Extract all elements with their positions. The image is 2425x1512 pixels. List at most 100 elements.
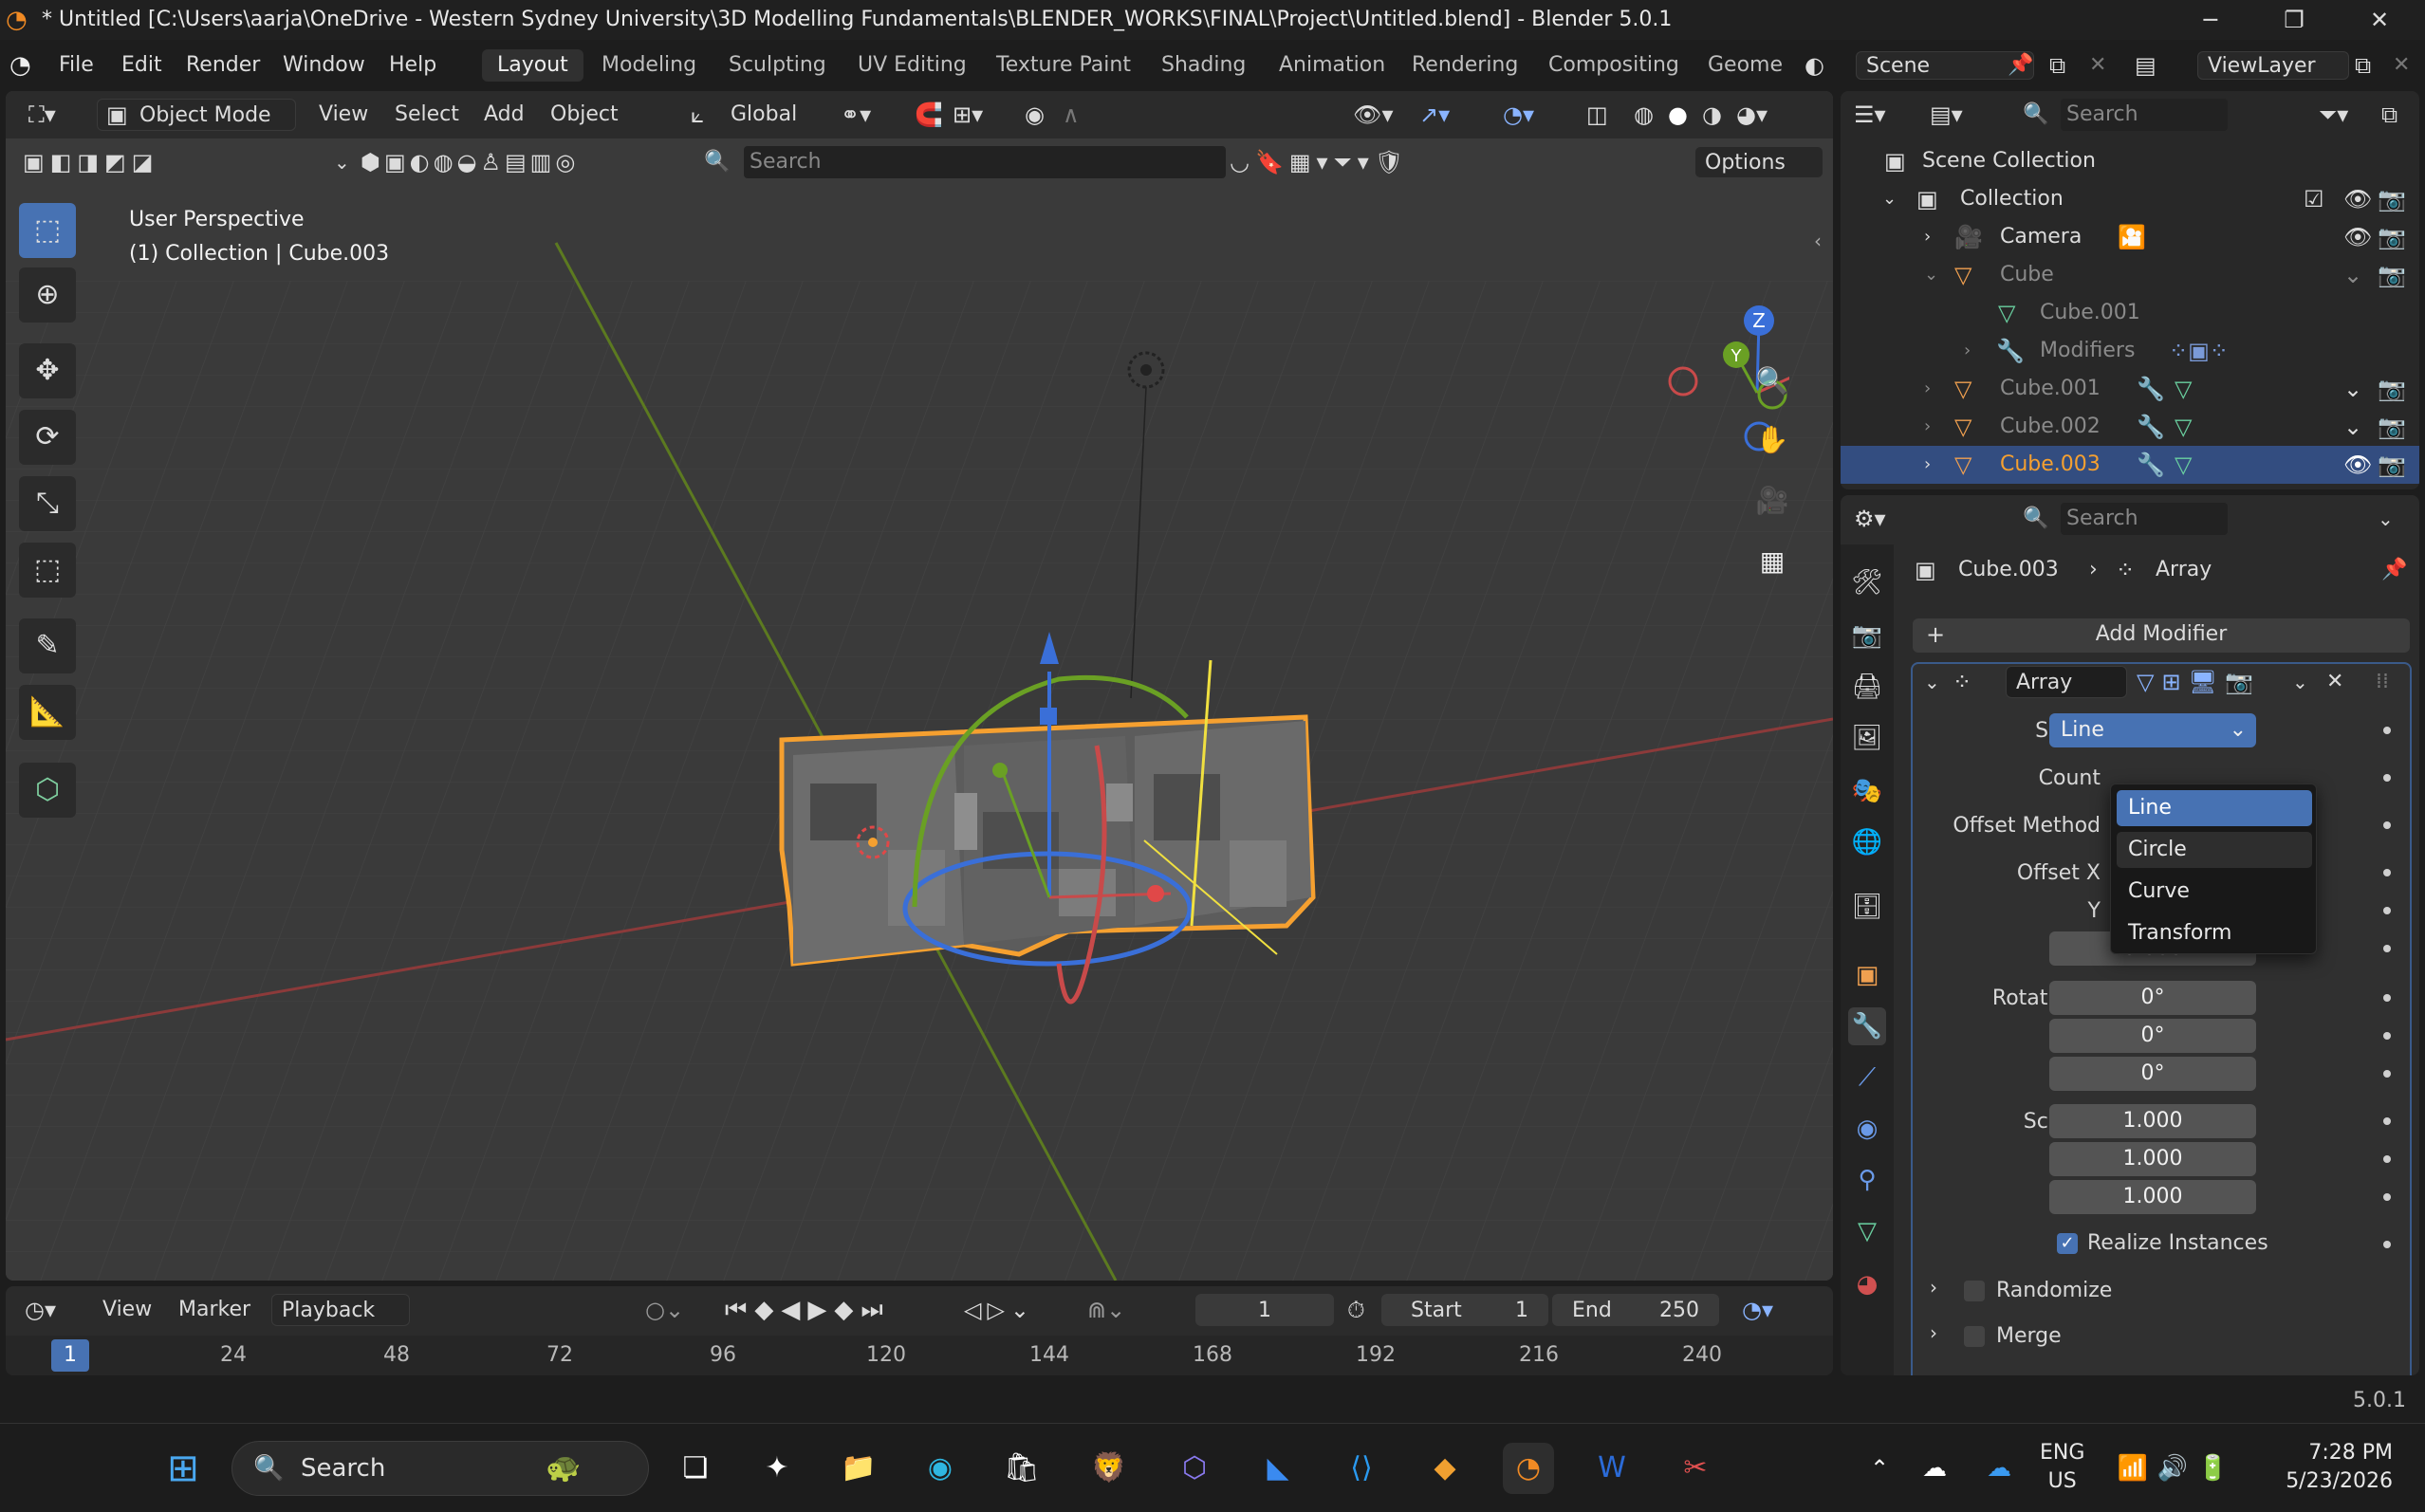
vscode-icon[interactable]: ⟨⟩: [1336, 1443, 1387, 1494]
outliner-row-cube[interactable]: ⌄ ▽ Cube ⌄ 📷: [1841, 256, 2419, 294]
tray-app-icon[interactable]: ☁: [1909, 1443, 1960, 1494]
modifier-tab-icon[interactable]: 🔧: [1848, 1007, 1886, 1045]
copilot-icon[interactable]: ✦: [751, 1443, 803, 1494]
shading-solid-icon[interactable]: ●: [1668, 99, 1688, 131]
keyframe-dot[interactable]: [2383, 869, 2391, 876]
visibility-icon[interactable]: 👁▾: [1353, 99, 1394, 131]
camera-view-icon[interactable]: 🎥: [1748, 476, 1797, 526]
properties-editor-icon[interactable]: ⚙▾: [1854, 503, 1886, 535]
tray-overflow-icon[interactable]: ⌃: [1854, 1443, 1905, 1494]
render-camera-icon[interactable]: 📷: [2378, 180, 2406, 218]
maximize-button[interactable]: ❐: [2256, 0, 2332, 40]
delete-view-layer-icon[interactable]: ✕: [2393, 51, 2410, 80]
file-explorer-icon[interactable]: 📁: [833, 1443, 884, 1494]
keyframe-dot[interactable]: [2383, 1032, 2391, 1040]
close-button[interactable]: ✕: [2342, 0, 2417, 40]
drag-handle-icon[interactable]: ⁞⁞: [2376, 666, 2389, 698]
realize-instances-checkbox[interactable]: ✓: [2057, 1233, 2078, 1254]
perspective-toggle-icon[interactable]: ▦: [1748, 537, 1797, 586]
view-layer-icon[interactable]: ▤: [2135, 51, 2157, 80]
keyframe-dot[interactable]: [2383, 727, 2391, 734]
collection-tab-icon[interactable]: 🗄: [1848, 888, 1886, 926]
keyframe-dot[interactable]: [2383, 1241, 2391, 1248]
add-modifier-button[interactable]: + Add Modifier: [1913, 618, 2410, 653]
snipping-tool-icon[interactable]: ✂: [1670, 1443, 1721, 1494]
tab-layout[interactable]: Layout: [482, 49, 583, 82]
shape-option-transform[interactable]: Transform: [2117, 915, 2312, 951]
new-scene-icon[interactable]: ⧉: [2049, 51, 2065, 80]
gizmo-toggle-icon[interactable]: ↗▾: [1419, 99, 1450, 131]
collapse-chevron-icon[interactable]: ›: [1924, 446, 1931, 484]
microsoft-store-icon[interactable]: 🛍: [996, 1443, 1047, 1494]
hidden-eye-icon[interactable]: ⌄: [2343, 408, 2362, 446]
particles-tab-icon[interactable]: ⟋: [1848, 1059, 1886, 1097]
sharkfin-app-icon[interactable]: ◣: [1252, 1443, 1304, 1494]
visibility-eye-icon[interactable]: 👁: [2343, 218, 2372, 256]
edge-browser-icon[interactable]: ◉: [915, 1443, 966, 1494]
clock[interactable]: 7:28 PM 5/23/2026: [2273, 1439, 2393, 1496]
menu-help[interactable]: Help: [389, 51, 436, 80]
keyframe-jump-icons[interactable]: ◁▷⌄: [964, 1294, 1035, 1326]
exclude-checkbox-icon[interactable]: ☑: [2304, 180, 2324, 218]
brave-browser-icon[interactable]: 🦁: [1083, 1443, 1135, 1494]
word-icon[interactable]: W: [1586, 1443, 1638, 1494]
move-tool-icon[interactable]: ✥: [19, 343, 76, 398]
keyframe-dot[interactable]: [2383, 1117, 2391, 1125]
shape-dropdown[interactable]: Line ⌄: [2049, 713, 2256, 747]
merge-checkbox[interactable]: [1964, 1326, 1985, 1347]
hidden-eye-icon[interactable]: ⌄: [2343, 370, 2362, 408]
data-tab-icon[interactable]: ▽: [1848, 1212, 1886, 1250]
remove-modifier-icon[interactable]: ✕: [2326, 666, 2343, 698]
pan-hand-icon[interactable]: ✋: [1748, 415, 1797, 465]
tab-geometry-nodes[interactable]: Geome: [1693, 49, 1784, 82]
measure-tool-icon[interactable]: 📐: [19, 685, 76, 740]
timeline-ruler[interactable]: 1 24 48 72 96 120 144 168 192 216 240: [6, 1336, 1833, 1375]
rotation-y-field[interactable]: 0°: [2049, 1019, 2256, 1053]
tab-shading[interactable]: Shading: [1146, 49, 1261, 82]
render-camera-icon[interactable]: 📷: [2378, 446, 2406, 484]
view-layer-tab-icon[interactable]: 🖼: [1848, 719, 1886, 757]
output-tab-icon[interactable]: 🖨: [1848, 668, 1886, 706]
modifier-options-chevron-icon[interactable]: ⌄: [2292, 666, 2308, 698]
zoom-icon[interactable]: 🔍: [1748, 357, 1797, 406]
tab-animation[interactable]: Animation: [1264, 49, 1400, 82]
end-frame-field[interactable]: End 250: [1552, 1294, 1719, 1326]
view-layer-field[interactable]: ViewLayer: [2197, 51, 2349, 80]
visibility-eye-icon[interactable]: 👁: [2343, 446, 2372, 484]
pin-icon[interactable]: 📌: [2381, 554, 2407, 586]
current-frame-field[interactable]: 1: [1195, 1294, 1334, 1326]
tab-texture-paint[interactable]: Texture Paint: [981, 49, 1146, 82]
start-windows-icon[interactable]: ⊞: [157, 1443, 209, 1494]
material-tab-icon[interactable]: ◕: [1848, 1265, 1886, 1303]
properties-search-input[interactable]: Search: [2061, 503, 2228, 535]
visibility-eye-icon[interactable]: 👁: [2343, 180, 2372, 218]
shape-option-circle[interactable]: Circle: [2117, 832, 2312, 868]
expand-chevron-icon[interactable]: ⌄: [1882, 180, 1897, 218]
outliner-row-mesh-data[interactable]: ▽ Cube.001: [1841, 294, 2419, 332]
scale-y-field[interactable]: 1.000: [2049, 1142, 2256, 1176]
menu-file[interactable]: File: [59, 51, 94, 80]
keyframe-dot[interactable]: [2383, 821, 2391, 829]
rotation-z-field[interactable]: 0°: [2049, 1057, 2256, 1091]
object-tab-icon[interactable]: ▣: [1848, 956, 1886, 994]
render-camera-icon[interactable]: 📷: [2378, 370, 2406, 408]
keyframe-dot[interactable]: [2383, 1193, 2391, 1201]
wifi-icon[interactable]: 📶🔊🔋: [2116, 1443, 2239, 1494]
scale-x-field[interactable]: 1.000: [2049, 1104, 2256, 1138]
viewport-menu-select[interactable]: Select: [395, 99, 459, 131]
pin-icon[interactable]: 📌: [2008, 51, 2033, 80]
shading-rendered-icon[interactable]: ◕▾: [1736, 99, 1768, 131]
viewport-menu-add[interactable]: Add: [484, 99, 525, 131]
expand-chevron-icon[interactable]: ⌄: [1924, 256, 1938, 294]
keyframe-dot[interactable]: [2383, 1155, 2391, 1163]
viewport-search-input[interactable]: Search: [744, 146, 1226, 178]
render-tab-icon[interactable]: 📷: [1848, 617, 1886, 655]
tab-rendering[interactable]: Rendering: [1397, 49, 1533, 82]
sidebar-toggle-icon[interactable]: ‹: [1814, 230, 1822, 252]
collapse-chevron-icon[interactable]: ›: [1964, 332, 1971, 370]
select-box-tool-icon[interactable]: ⬚: [19, 203, 76, 258]
tool-tab-icon[interactable]: 🛠: [1848, 563, 1886, 601]
render-camera-icon[interactable]: 📷: [2378, 408, 2406, 446]
start-frame-field[interactable]: Start 1: [1381, 1294, 1548, 1326]
task-view-icon[interactable]: ❏: [670, 1443, 721, 1494]
